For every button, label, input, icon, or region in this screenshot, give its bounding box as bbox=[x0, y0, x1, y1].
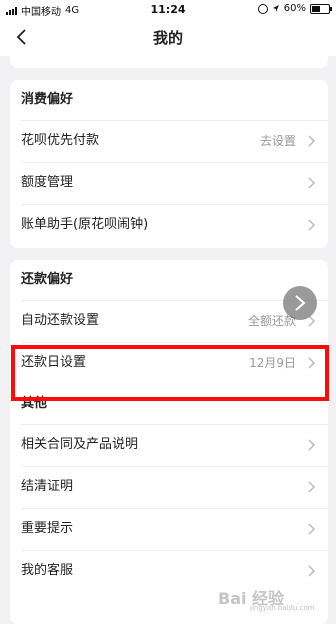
row-credit-limit-management[interactable]: 额度管理 bbox=[10, 162, 328, 204]
row-huabei-priority-payment[interactable]: 花呗优先付款 去设置 bbox=[10, 120, 328, 162]
status-right: 60% bbox=[257, 3, 332, 14]
row-label: 重要提示 bbox=[21, 521, 74, 536]
chevron-right-icon bbox=[308, 135, 316, 147]
chevron-right-icon bbox=[295, 295, 306, 311]
section-title: 还款偏好 bbox=[21, 272, 74, 287]
row-label: 我的客服 bbox=[21, 563, 74, 578]
section-title: 其他 bbox=[21, 396, 48, 411]
row-settlement-certificate[interactable]: 结清证明 bbox=[10, 466, 328, 508]
chevron-right-icon bbox=[308, 357, 316, 369]
section-repayment-preference: 还款偏好 自动还款设置 全额还款 还款日设置 12月9日 bbox=[10, 260, 328, 392]
row-value: 去设置 bbox=[259, 134, 296, 148]
row-contracts-and-product-info[interactable]: 相关合同及产品说明 bbox=[10, 424, 328, 466]
row-auto-repayment-settings[interactable]: 自动还款设置 全额还款 bbox=[10, 300, 328, 342]
status-bar: 中国移动 4G 11:24 60% bbox=[0, 0, 336, 20]
section-title: 消费偏好 bbox=[21, 92, 74, 107]
row-repayment-date-settings[interactable]: 还款日设置 12月9日 bbox=[10, 342, 328, 384]
row-label: 还款日设置 bbox=[21, 355, 87, 370]
chevron-right-icon bbox=[308, 565, 316, 577]
location-icon bbox=[272, 5, 279, 12]
floating-next-button[interactable] bbox=[283, 286, 317, 320]
chevron-right-icon bbox=[308, 439, 316, 451]
battery-percent: 60% bbox=[283, 3, 306, 14]
row-label: 花呗优先付款 bbox=[21, 133, 100, 148]
chevron-right-icon bbox=[308, 219, 316, 231]
watermark-url: jingyan.baidu.com bbox=[250, 604, 315, 612]
row-label: 结清证明 bbox=[21, 479, 74, 494]
row-label: 额度管理 bbox=[21, 175, 74, 190]
chevron-right-icon bbox=[308, 177, 316, 189]
section-consumption-preference: 消费偏好 花呗优先付款 去设置 额度管理 账单助手(原花呗闹钟) bbox=[10, 80, 328, 248]
nav-bar: 我的 bbox=[0, 20, 336, 56]
row-label: 相关合同及产品说明 bbox=[21, 437, 139, 452]
battery-icon bbox=[310, 3, 332, 14]
chevron-right-icon bbox=[308, 481, 316, 493]
row-label: 账单助手(原花呗闹钟) bbox=[21, 217, 149, 232]
previous-card-bottom bbox=[10, 56, 328, 68]
row-label: 自动还款设置 bbox=[21, 313, 100, 328]
chevron-right-icon bbox=[308, 523, 316, 535]
row-bill-assistant[interactable]: 账单助手(原花呗闹钟) bbox=[10, 204, 328, 246]
row-value: 12月9日 bbox=[249, 356, 296, 370]
rotation-lock-icon bbox=[257, 3, 268, 14]
page-title: 我的 bbox=[152, 29, 183, 47]
row-important-notice[interactable]: 重要提示 bbox=[10, 508, 328, 550]
